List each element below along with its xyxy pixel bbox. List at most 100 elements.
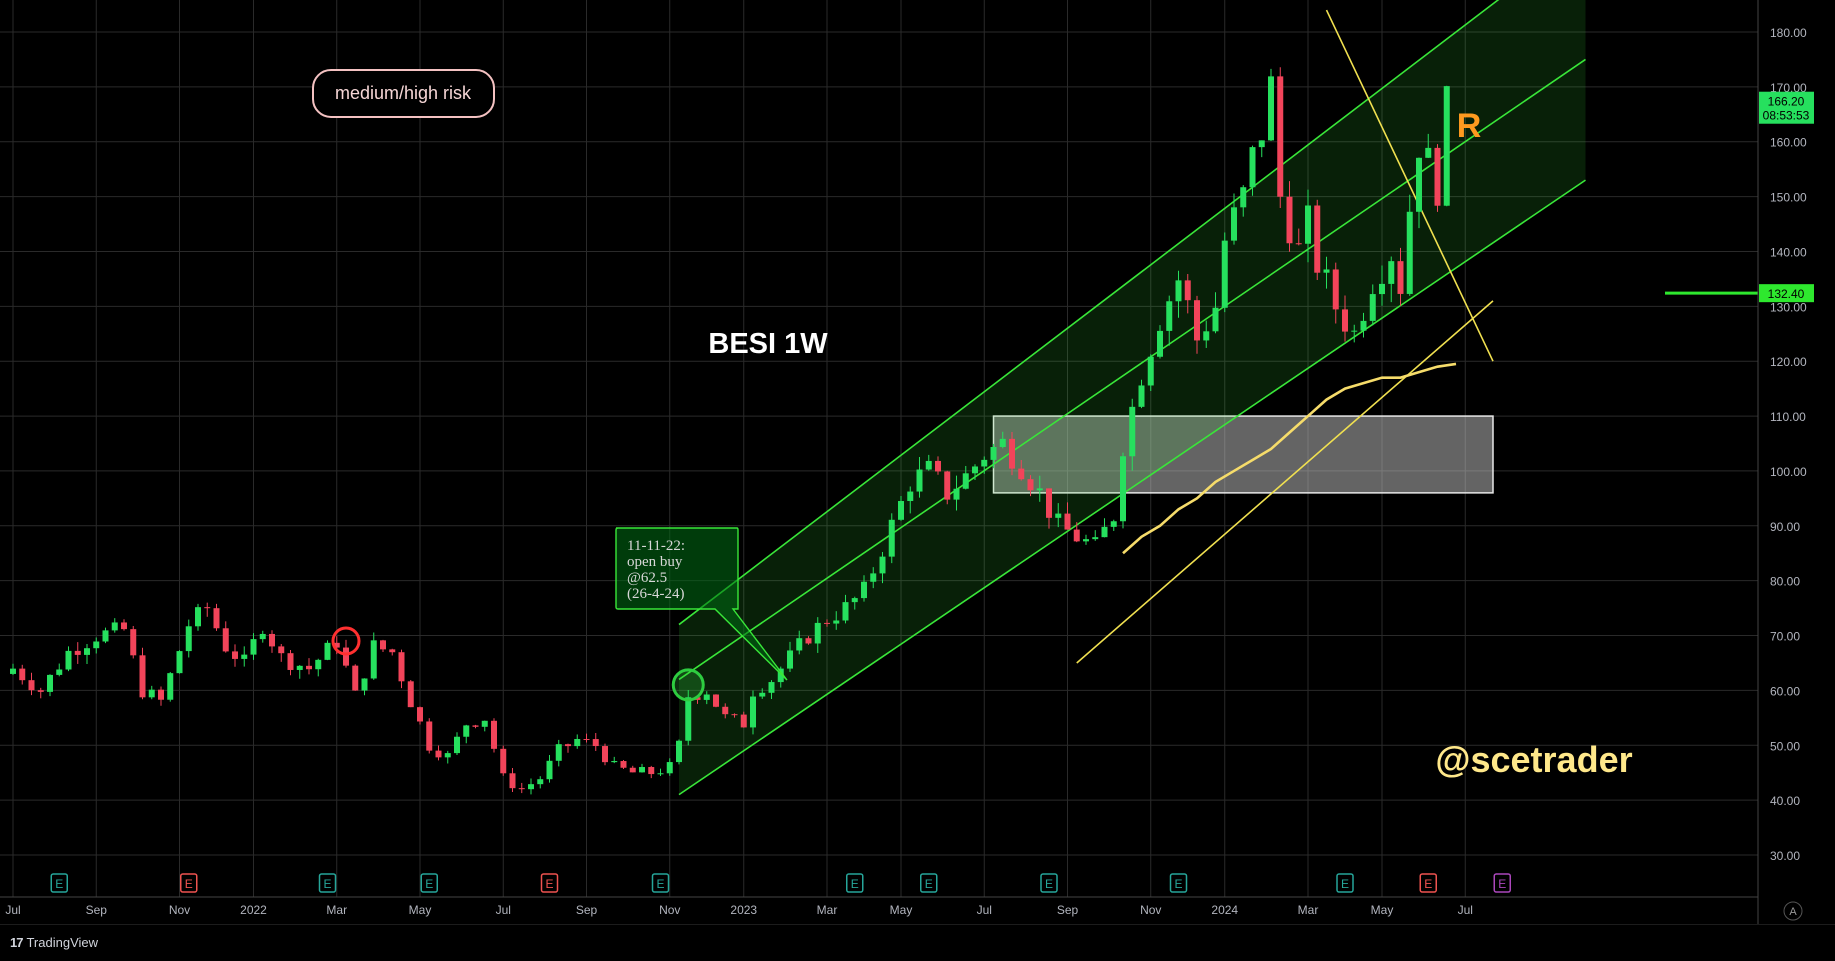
candle-body [750,696,756,728]
candle-body [1416,157,1422,212]
tradingview-brand[interactable]: 17 TradingView [10,935,98,950]
candle-body [222,628,229,652]
y-tick-label: 100.00 [1770,465,1807,479]
y-tick-label: 180.00 [1770,26,1807,40]
risk-label-text: medium/high risk [335,83,472,103]
buy-signal-marker[interactable] [671,668,705,702]
candle-body [740,714,747,728]
candle-body [1036,488,1043,491]
x-tick-label: May [1371,903,1394,917]
earnings-event-letter: E [1498,877,1506,891]
x-tick-label: Mar [1298,903,1319,917]
earnings-event-letter: E [1045,877,1053,891]
candle-body [713,694,719,707]
candle-body [435,750,442,758]
x-tick-label: Jul [496,903,511,917]
candle-body [481,720,488,727]
price-chart[interactable]: 11-11-22:open buy@62.5(26-4-24) medium/hi… [0,0,1835,924]
candle-body [1221,240,1228,308]
candle-body [1064,513,1071,530]
candle-body [139,655,146,698]
candle-body [343,647,349,666]
x-tick-label: Jul [5,903,20,917]
y-tick-label: 140.00 [1770,245,1807,259]
candle-body [158,689,164,700]
candle-body [10,668,16,674]
candle-body [1305,205,1311,244]
earnings-event-letter: E [545,877,553,891]
candle-body [463,725,470,737]
candle-body [1055,513,1062,518]
candle-body [389,649,396,653]
candle-body [398,652,405,682]
candle-body [426,721,433,751]
candle-body [287,653,294,670]
earnings-event-letter: E [1174,877,1182,891]
candle-body [629,767,636,773]
candle-body [65,650,72,670]
candle-body [1027,479,1034,491]
candle-body [1147,356,1154,386]
candle-body [407,681,414,708]
candle-body [148,689,155,698]
candle-body [1231,207,1237,241]
candle-body [130,629,137,656]
callout-text-line: (26-4-24) [627,586,684,602]
x-tick-label: Sep [576,903,598,917]
candle-body [842,602,849,621]
candle-body [204,607,211,609]
x-tick-label: Mar [817,903,838,917]
candle-body [1342,309,1348,332]
candle-body [306,665,312,670]
candle-body [1083,539,1089,542]
candle-body [185,626,192,652]
candle-body [102,630,109,642]
candle-body [1425,147,1432,158]
earnings-event-letter: E [185,877,193,891]
x-tick-label: Jul [1458,903,1473,917]
candle-body [1138,385,1145,407]
earnings-event-letter: E [1424,877,1432,891]
candle-body [500,748,507,774]
candle-body [1110,521,1117,527]
candle-body [213,608,220,629]
candle-body [1166,301,1173,331]
candle-body [361,678,368,691]
candle-body [444,753,451,758]
candle-body [47,674,53,692]
x-tick-label: Sep [86,903,108,917]
candle-body [37,690,44,692]
candle-body [565,744,571,747]
candle-body [1212,307,1219,332]
x-tick-label: Nov [659,903,680,917]
candle-body [1129,406,1136,457]
y-tick-label: 90.00 [1770,520,1800,534]
candle-body [898,501,904,520]
candle-body [1443,86,1450,206]
candle-body [509,773,516,789]
x-tick-label: May [409,903,432,917]
auto-scale-label: A [1789,906,1797,918]
y-tick-label: 120.00 [1770,355,1807,369]
y-tick-label: 130.00 [1770,300,1807,314]
candle-body [676,740,682,763]
candle-body [1434,147,1441,206]
x-tick-label: 2022 [240,903,267,917]
candle-body [1360,320,1367,331]
candle-body [1194,300,1200,341]
level-price-label: 132.40 [1768,287,1805,301]
y-tick-label: 160.00 [1770,136,1807,150]
candle-body [759,692,766,697]
candle-body [1323,269,1330,273]
candle-body [417,707,423,722]
x-tick-label: May [890,903,913,917]
x-tick-label: Sep [1057,903,1079,917]
candle-body [639,767,645,773]
candle-body [352,665,359,691]
candle-body [518,788,525,790]
candle-body [925,460,932,470]
y-tick-label: 40.00 [1770,794,1800,808]
watermark-text: @scetrader [1435,739,1632,780]
candle-body [666,762,673,774]
x-tick-label: Nov [169,903,190,917]
